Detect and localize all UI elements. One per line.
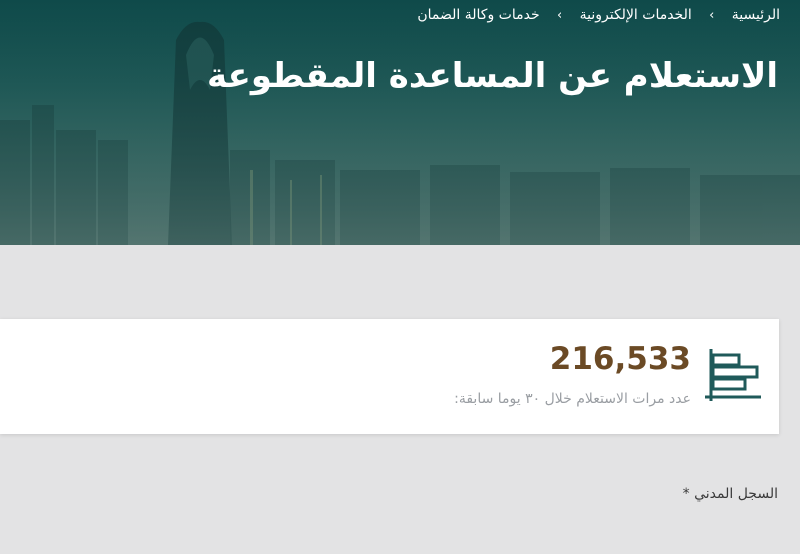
page-title: الاستعلام عن المساعدة المقطوعة xyxy=(206,56,778,96)
breadcrumb-home-link[interactable]: الرئيسية xyxy=(732,7,780,23)
breadcrumb-eservices-link[interactable]: الخدمات الإلكترونية xyxy=(580,7,692,23)
city-skyline-image xyxy=(0,0,800,245)
hero-banner: الرئيسية › الخدمات الإلكترونية › خدمات و… xyxy=(0,0,800,245)
bar-chart-icon xyxy=(705,349,761,401)
inquiry-count-label: عدد مرات الاستعلام خلال ٣٠ يوما سابقة: xyxy=(454,391,691,407)
breadcrumb-social-security-link[interactable]: خدمات وكالة الضمان xyxy=(417,7,539,23)
inquiry-count-card: 216,533 عدد مرات الاستعلام خلال ٣٠ يوما … xyxy=(0,319,779,434)
breadcrumb: الرئيسية › الخدمات الإلكترونية › خدمات و… xyxy=(417,5,780,25)
chevron-left-icon: › xyxy=(709,7,715,23)
civil-registry-label: السجل المدني * xyxy=(679,486,778,502)
civil-registry-label-text: السجل المدني xyxy=(694,486,778,502)
chevron-left-icon: › xyxy=(557,7,563,23)
inquiry-count-value: 216,533 xyxy=(549,341,691,377)
required-mark: * xyxy=(682,486,690,502)
